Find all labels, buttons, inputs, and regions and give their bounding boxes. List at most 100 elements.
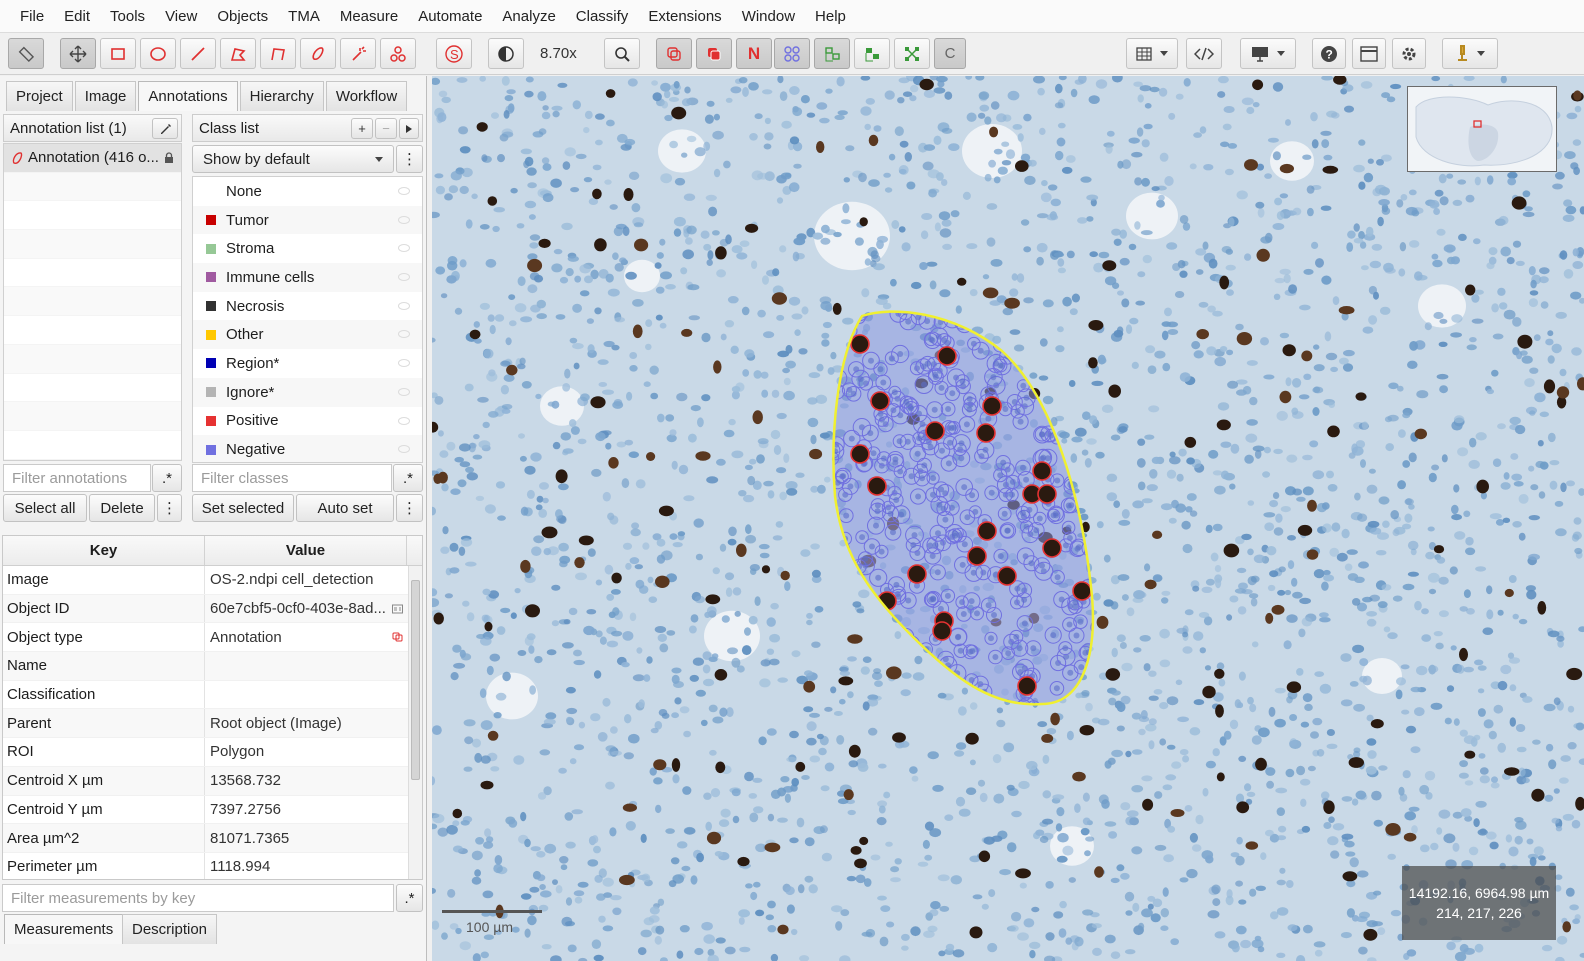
positive-cell-detection[interactable] bbox=[870, 391, 890, 411]
show-annotations-button[interactable] bbox=[656, 38, 692, 69]
select-all-button[interactable]: Select all bbox=[3, 494, 87, 522]
menu-classify[interactable]: Classify bbox=[566, 8, 639, 25]
tab-measurements[interactable]: Measurements bbox=[4, 914, 124, 944]
table-row[interactable]: Name bbox=[3, 652, 422, 681]
remove-class-button[interactable]: − bbox=[375, 118, 397, 139]
log-button[interactable] bbox=[1352, 38, 1386, 69]
filter-annotations-input[interactable]: Filter annotations bbox=[3, 464, 151, 492]
annotation-list-item[interactable]: Annotation (416 o... bbox=[4, 144, 181, 173]
image-viewer[interactable]: 100 µm 14192.16, 6964.98 µm 214, 217, 22… bbox=[432, 76, 1584, 961]
show-tma-grid-button[interactable] bbox=[774, 38, 810, 69]
fill-detections-button[interactable] bbox=[854, 38, 890, 69]
eye-icon[interactable] bbox=[398, 359, 410, 368]
points-tool-button[interactable] bbox=[380, 38, 416, 69]
positive-cell-detection[interactable] bbox=[1072, 581, 1092, 601]
class-item-other[interactable]: Other bbox=[193, 320, 422, 350]
menu-file[interactable]: File bbox=[10, 8, 54, 25]
positive-cell-detection[interactable] bbox=[937, 346, 957, 366]
wand-tool-button[interactable] bbox=[340, 38, 376, 69]
annotation-list[interactable]: Annotation (416 o... bbox=[3, 143, 182, 461]
tab-workflow[interactable]: Workflow bbox=[325, 81, 408, 111]
positive-cell-detection[interactable] bbox=[907, 564, 927, 584]
preferences-button[interactable] bbox=[1392, 38, 1426, 69]
auto-set-button[interactable]: Auto set bbox=[296, 494, 394, 522]
class-item-positive[interactable]: Positive bbox=[193, 407, 422, 436]
positive-cell-detection[interactable] bbox=[1032, 461, 1052, 481]
table-row[interactable]: Object ID 60e7cbf5-0cf0-403e-8ad... bbox=[3, 594, 422, 624]
positive-cell-detection[interactable] bbox=[850, 444, 870, 464]
id-card-icon[interactable] bbox=[392, 604, 403, 614]
menu-measure[interactable]: Measure bbox=[330, 8, 408, 25]
table-row[interactable]: Centroid X µm 13568.732 bbox=[3, 766, 422, 796]
table-row[interactable]: Perimeter µm 1118.994 bbox=[3, 852, 422, 879]
positive-cell-detection[interactable] bbox=[925, 421, 945, 441]
eye-icon[interactable] bbox=[398, 244, 410, 253]
help-button[interactable]: ? bbox=[1312, 38, 1346, 69]
class-item-tumor[interactable]: Tumor bbox=[193, 205, 422, 235]
eye-icon[interactable] bbox=[398, 416, 410, 425]
show-pixel-classification-button[interactable]: C bbox=[934, 38, 966, 69]
eye-icon[interactable] bbox=[398, 387, 410, 396]
set-selected-button[interactable]: Set selected bbox=[192, 494, 294, 522]
table-row[interactable]: Parent Root object (Image) bbox=[3, 709, 422, 739]
menu-analyze[interactable]: Analyze bbox=[492, 8, 565, 25]
selection-mode-button[interactable]: S bbox=[436, 38, 472, 69]
menu-tma[interactable]: TMA bbox=[278, 8, 330, 25]
delete-button[interactable]: Delete bbox=[89, 494, 155, 522]
annotation-regex-toggle[interactable]: .* bbox=[152, 464, 182, 492]
polygon-tool-button[interactable] bbox=[220, 38, 256, 69]
display-settings-button[interactable] bbox=[1240, 38, 1296, 69]
class-list[interactable]: None Tumor Stroma Immune cells Necrosis Other… bbox=[192, 176, 423, 463]
show-detections-button[interactable] bbox=[814, 38, 850, 69]
class-item-immune-cells[interactable]: Immune cells bbox=[193, 263, 422, 292]
eye-icon[interactable] bbox=[398, 445, 410, 454]
polyline-tool-button[interactable] bbox=[260, 38, 296, 69]
class-item-none[interactable]: None bbox=[193, 177, 422, 206]
filter-classes-input[interactable]: Filter classes bbox=[192, 464, 392, 492]
eye-icon[interactable] bbox=[398, 273, 410, 282]
table-row[interactable]: Object type Annotation bbox=[3, 623, 422, 653]
measurements-scrollbar-thumb[interactable] bbox=[411, 580, 420, 780]
tab-image[interactable]: Image bbox=[74, 81, 137, 111]
class-item-ignore[interactable]: Ignore* bbox=[193, 377, 422, 407]
positive-cell-detection[interactable] bbox=[976, 423, 996, 443]
menu-objects[interactable]: Objects bbox=[207, 8, 278, 25]
measurements-scrollbar[interactable] bbox=[408, 566, 422, 879]
eye-icon[interactable] bbox=[398, 330, 410, 339]
fill-annotations-button[interactable] bbox=[696, 38, 732, 69]
positive-cell-detection[interactable] bbox=[850, 334, 870, 354]
class-set-options-button[interactable]: ⋮ bbox=[396, 494, 423, 522]
positive-cell-detection[interactable] bbox=[1037, 484, 1057, 504]
measure-tool-button[interactable] bbox=[8, 38, 44, 69]
positive-cell-detection[interactable] bbox=[867, 476, 887, 496]
tissue-image[interactable] bbox=[432, 76, 1584, 961]
table-row[interactable]: Area µm^2 81071.7365 bbox=[3, 824, 422, 853]
menu-edit[interactable]: Edit bbox=[54, 8, 100, 25]
class-options-button[interactable]: ⋮ bbox=[396, 145, 423, 173]
script-editor-button[interactable] bbox=[1186, 38, 1222, 69]
positive-cell-detection[interactable] bbox=[1017, 676, 1037, 696]
ellipse-tool-button[interactable] bbox=[140, 38, 176, 69]
annotation-options-button[interactable]: ⋮ bbox=[157, 494, 182, 522]
class-item-negative[interactable]: Negative bbox=[193, 435, 422, 462]
menu-automate[interactable]: Automate bbox=[408, 8, 492, 25]
extension-tools-button[interactable] bbox=[1442, 38, 1498, 69]
brush-tool-button[interactable] bbox=[300, 38, 336, 69]
menu-view[interactable]: View bbox=[155, 8, 207, 25]
zoom-to-fit-button[interactable] bbox=[604, 38, 640, 69]
measurement-regex-toggle[interactable]: .* bbox=[396, 884, 423, 912]
brightness-contrast-button[interactable] bbox=[488, 38, 524, 69]
measurement-table-button[interactable] bbox=[1126, 38, 1178, 69]
key-column-header[interactable]: Key bbox=[3, 536, 205, 565]
table-row[interactable]: Centroid Y µm 7397.2756 bbox=[3, 795, 422, 825]
class-item-necrosis[interactable]: Necrosis bbox=[193, 292, 422, 321]
add-class-button[interactable]: + bbox=[351, 118, 373, 139]
eye-icon[interactable] bbox=[398, 301, 410, 310]
show-names-button[interactable]: N bbox=[736, 38, 772, 69]
positive-cell-detection[interactable] bbox=[982, 396, 1002, 416]
slide-overview[interactable] bbox=[1407, 86, 1557, 172]
filter-measurements-input[interactable]: Filter measurements by key bbox=[2, 884, 394, 912]
class-regex-toggle[interactable]: .* bbox=[393, 464, 423, 492]
eye-icon[interactable] bbox=[398, 215, 410, 224]
show-connections-button[interactable] bbox=[894, 38, 930, 69]
